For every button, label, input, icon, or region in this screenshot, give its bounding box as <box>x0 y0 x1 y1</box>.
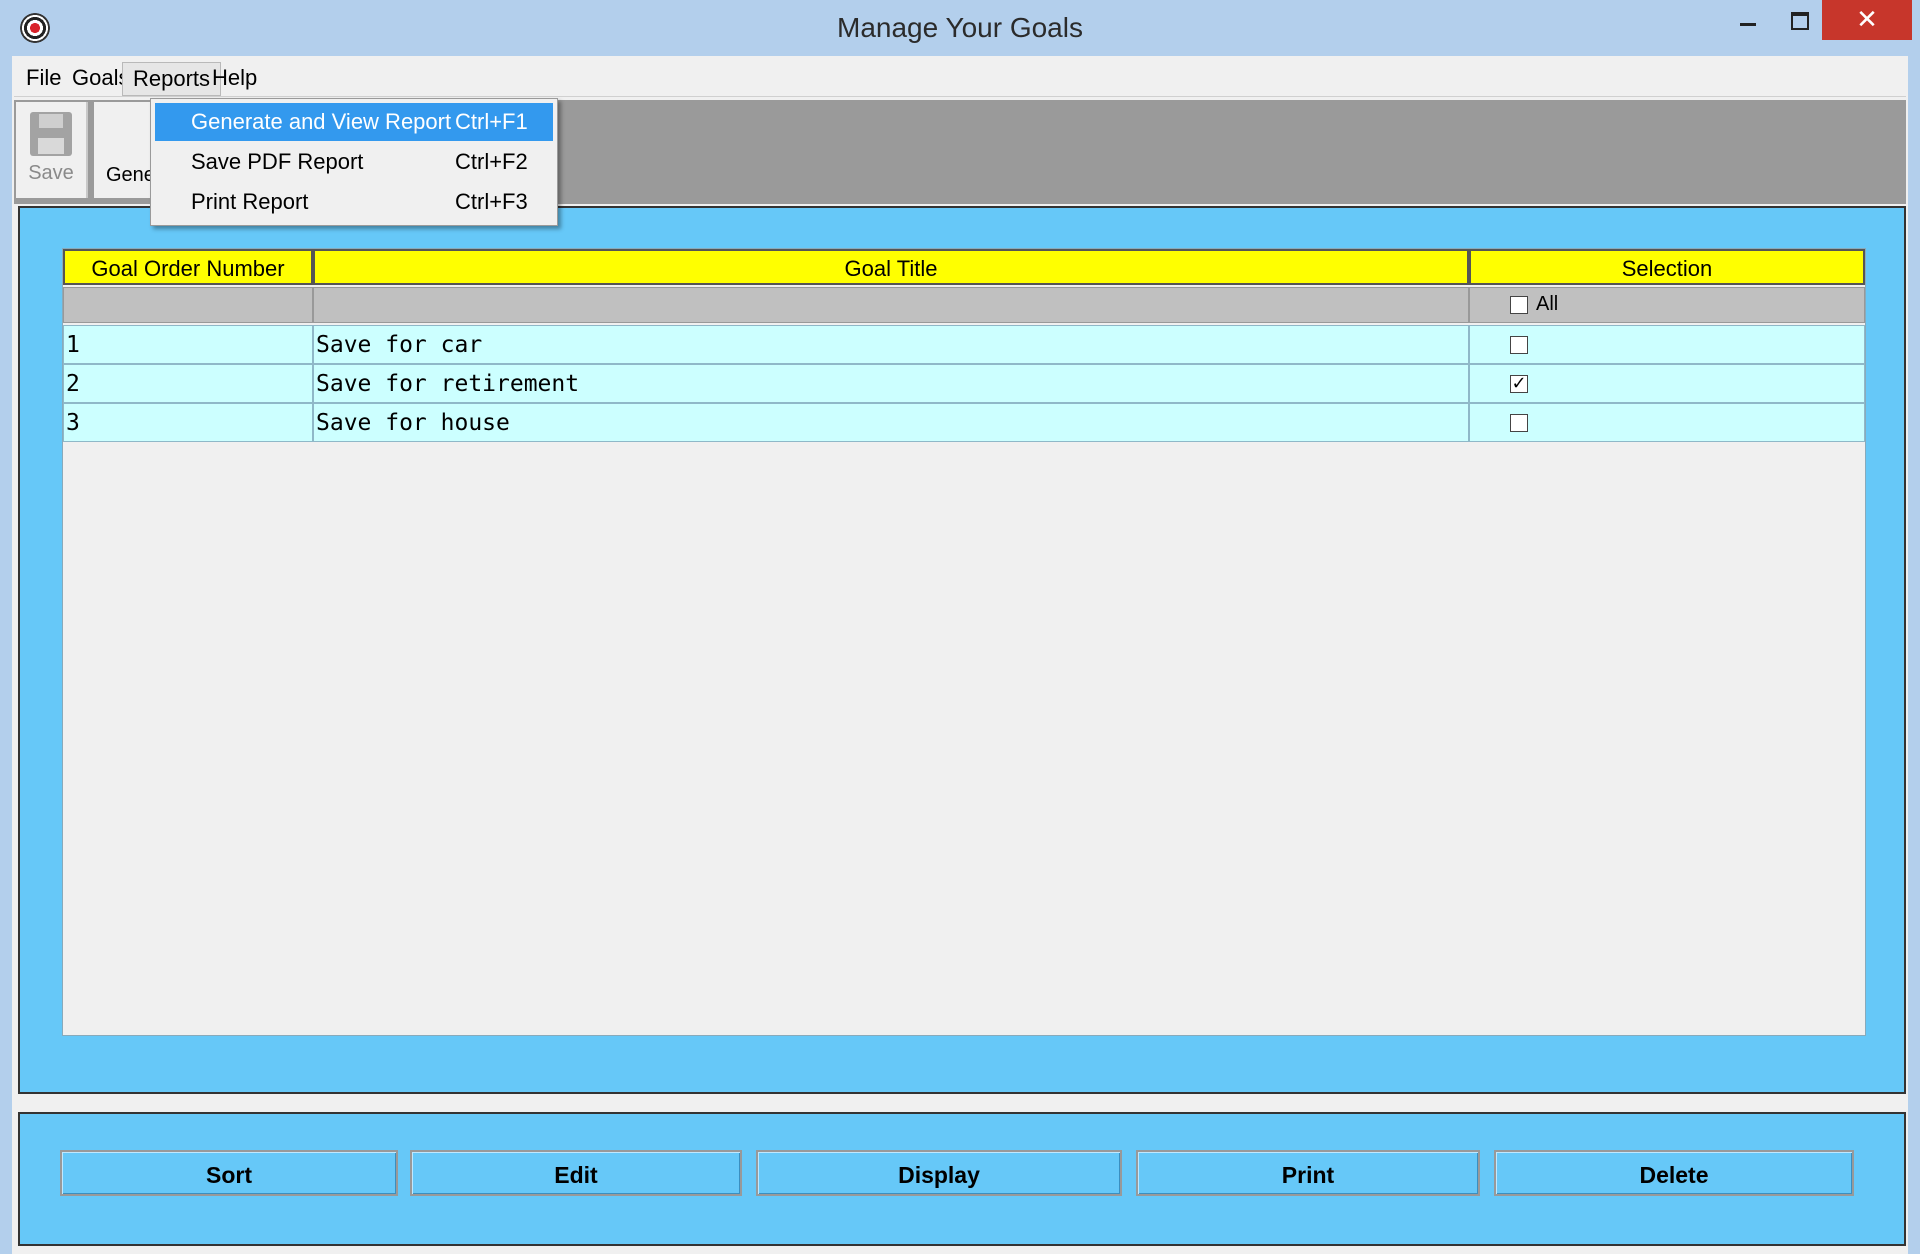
table-row[interactable]: 1 Save for car <box>63 325 1865 364</box>
actions-panel: Sort Edit Display Print Delete <box>18 1112 1906 1246</box>
menu-item-save-pdf-report[interactable]: Save PDF Report Ctrl+F2 <box>155 143 553 181</box>
row-checkbox[interactable] <box>1510 336 1528 354</box>
cell-order: 3 <box>63 403 313 442</box>
floppy-disk-icon <box>30 112 72 156</box>
cell-selection: ✓ <box>1469 364 1865 403</box>
window-title: Manage Your Goals <box>837 12 1083 43</box>
menu-bar: File Goals Reports Help <box>14 58 1906 97</box>
filter-cell-selection: All <box>1469 287 1865 323</box>
menu-help[interactable]: Help <box>202 62 267 94</box>
cell-title: Save for car <box>313 325 1469 364</box>
filter-cell-order <box>63 287 313 323</box>
column-header-order[interactable]: Goal Order Number <box>63 249 313 285</box>
cell-title: Save for retirement <box>313 364 1469 403</box>
row-checkbox[interactable] <box>1510 414 1528 432</box>
toolbar-generate-label: Gene <box>106 164 155 186</box>
menu-item-label: Save PDF Report <box>191 149 364 174</box>
edit-button[interactable]: Edit <box>410 1150 742 1196</box>
menu-item-shortcut: Ctrl+F1 <box>455 109 528 134</box>
table-row[interactable]: 2 Save for retirement ✓ <box>63 364 1865 403</box>
goals-table: Goal Order Number Goal Title Selection A… <box>62 248 1866 1036</box>
reports-dropdown-menu: Generate and View Report Ctrl+F1 Save PD… <box>150 98 558 226</box>
menu-item-label: Print Report <box>191 189 309 214</box>
display-button[interactable]: Display <box>756 1150 1122 1196</box>
filter-cell-title <box>313 287 1469 323</box>
goals-panel: Goal Order Number Goal Title Selection A… <box>18 206 1906 1094</box>
column-header-selection[interactable]: Selection <box>1469 249 1865 285</box>
cell-selection <box>1469 325 1865 364</box>
print-button[interactable]: Print <box>1136 1150 1480 1196</box>
select-all-label: All <box>1536 293 1559 315</box>
toolbar-save-label: Save <box>28 162 74 184</box>
delete-button[interactable]: Delete <box>1494 1150 1854 1196</box>
menu-item-label: Generate and View Report <box>191 109 452 134</box>
column-header-title[interactable]: Goal Title <box>313 249 1469 285</box>
sort-button[interactable]: Sort <box>60 1150 398 1196</box>
menu-item-shortcut: Ctrl+F2 <box>455 149 528 174</box>
select-all-checkbox[interactable] <box>1510 296 1528 314</box>
app-window: Manage Your Goals ✕ File Goals Reports H… <box>0 0 1920 1254</box>
menu-item-print-report[interactable]: Print Report Ctrl+F3 <box>155 183 553 221</box>
cell-selection <box>1469 403 1865 442</box>
menu-item-shortcut: Ctrl+F3 <box>455 189 528 214</box>
cell-title: Save for house <box>313 403 1469 442</box>
close-button[interactable]: ✕ <box>1822 0 1912 40</box>
menu-item-generate-report[interactable]: Generate and View Report Ctrl+F1 <box>155 103 553 141</box>
toolbar-save-button[interactable]: Save <box>16 102 88 198</box>
close-icon: ✕ <box>1856 5 1878 35</box>
cell-order: 2 <box>63 364 313 403</box>
client-area: File Goals Reports Help Save Gene Goal O… <box>12 56 1908 1254</box>
minimize-icon <box>1740 22 1756 26</box>
maximize-button[interactable] <box>1774 0 1826 40</box>
row-checkbox[interactable]: ✓ <box>1510 375 1528 393</box>
cell-order: 1 <box>63 325 313 364</box>
title-bar[interactable]: Manage Your Goals ✕ <box>0 0 1920 56</box>
minimize-button[interactable] <box>1722 0 1774 40</box>
table-row[interactable]: 3 Save for house <box>63 403 1865 442</box>
maximize-icon <box>1791 12 1809 30</box>
